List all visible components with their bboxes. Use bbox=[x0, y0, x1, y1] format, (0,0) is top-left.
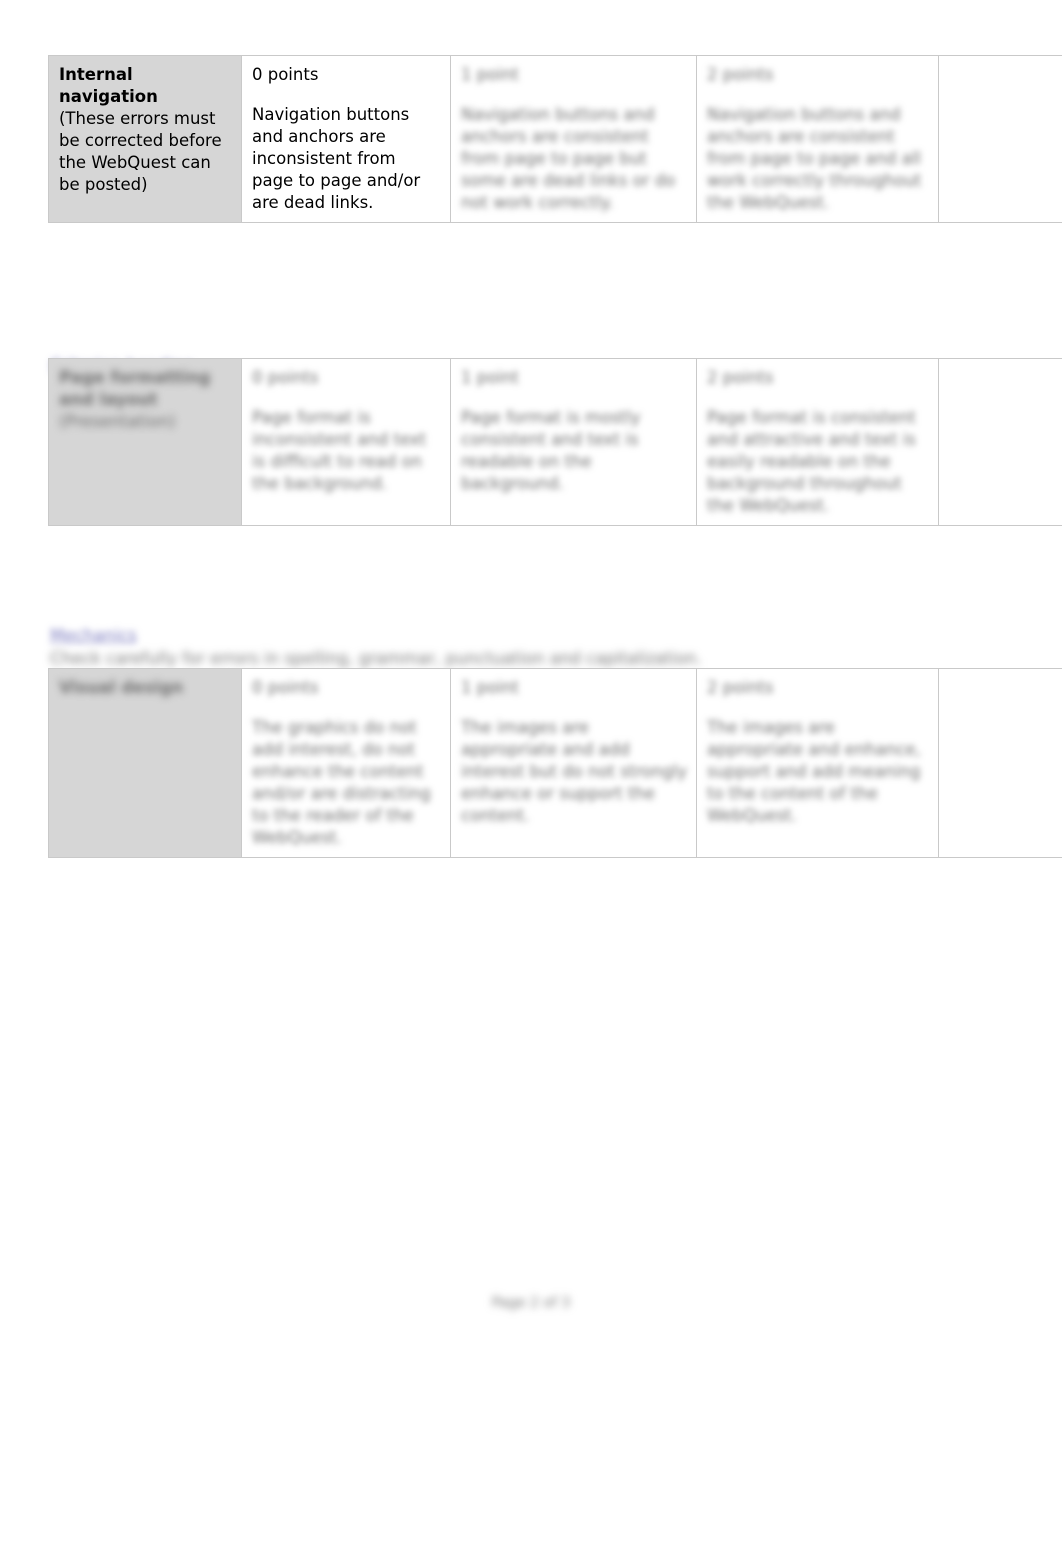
table-row: Page formatting and layout (Presentation… bbox=[48, 358, 1062, 526]
level-1-description: Page format is mostly consistent and tex… bbox=[461, 407, 641, 493]
level-1-cell: 1 point The images are appropriate and a… bbox=[450, 668, 697, 858]
level-2-description: The images are appropriate and enhance, … bbox=[707, 717, 921, 825]
criterion-note: (These errors must be corrected before t… bbox=[59, 108, 222, 194]
score-cell[interactable] bbox=[938, 358, 1062, 526]
document-page: Internal navigation (These errors must b… bbox=[0, 0, 1062, 1556]
level-0-description: Page format is inconsistent and text is … bbox=[252, 407, 427, 493]
level-1-points: 1 point bbox=[461, 368, 519, 387]
criterion-title: Internal navigation bbox=[59, 65, 158, 106]
table-row: Internal navigation (These errors must b… bbox=[48, 55, 1062, 223]
score-cell[interactable] bbox=[938, 668, 1062, 858]
intertable-note-3: Check carefully for errors in spelling, … bbox=[50, 648, 1000, 669]
level-1-description: Navigation buttons and anchors are consi… bbox=[461, 104, 676, 212]
level-0-cell: 0 points The graphics do not add interes… bbox=[241, 668, 451, 858]
level-1-points: 1 point bbox=[461, 678, 519, 697]
level-0-description: Navigation buttons and anchors are incon… bbox=[252, 104, 421, 212]
criterion-title: Page formatting and layout bbox=[59, 368, 211, 409]
criterion-cell: Visual design bbox=[48, 668, 242, 858]
level-2-description: Navigation buttons and anchors are consi… bbox=[707, 104, 922, 212]
level-1-points: 1 point bbox=[461, 65, 519, 84]
criterion-title: Visual design bbox=[59, 678, 184, 697]
intertable-note-2: Mechanics bbox=[50, 625, 1000, 646]
level-0-description: The graphics do not add interest, do not… bbox=[252, 717, 431, 847]
level-2-points: 2 points bbox=[707, 678, 774, 697]
level-2-points: 2 points bbox=[707, 368, 774, 387]
page-footer: Page 2 of 3 bbox=[0, 1295, 1062, 1311]
level-0-points: 0 points bbox=[252, 678, 319, 697]
table-row: Visual design 0 points The graphics do n… bbox=[48, 668, 1062, 858]
level-1-cell: 1 point Navigation buttons and anchors a… bbox=[450, 55, 697, 223]
criterion-note: (Presentation) bbox=[59, 411, 176, 431]
level-1-description: The images are appropriate and add inter… bbox=[461, 717, 688, 825]
level-2-description: Page format is consistent and attractive… bbox=[707, 407, 916, 515]
level-1-cell: 1 point Page format is mostly consistent… bbox=[450, 358, 697, 526]
level-2-cell: 2 points Page format is consistent and a… bbox=[696, 358, 939, 526]
page-number: Page 2 of 3 bbox=[491, 1295, 571, 1311]
criterion-cell: Internal navigation (These errors must b… bbox=[48, 55, 242, 223]
level-0-points: 0 points bbox=[252, 368, 319, 387]
level-2-points: 2 points bbox=[707, 65, 774, 84]
level-0-cell: 0 points Page format is inconsistent and… bbox=[241, 358, 451, 526]
level-2-cell: 2 points Navigation buttons and anchors … bbox=[696, 55, 939, 223]
level-0-points: 0 points bbox=[252, 65, 319, 84]
level-0-cell: 0 points Navigation buttons and anchors … bbox=[241, 55, 451, 223]
intertable-link-2[interactable]: Mechanics bbox=[50, 626, 137, 645]
rubric-table-internal-navigation: Internal navigation (These errors must b… bbox=[48, 55, 1062, 223]
criterion-cell: Page formatting and layout (Presentation… bbox=[48, 358, 242, 526]
score-cell[interactable] bbox=[938, 55, 1062, 223]
rubric-table-visual-design: Visual design 0 points The graphics do n… bbox=[48, 668, 1062, 858]
level-2-cell: 2 points The images are appropriate and … bbox=[696, 668, 939, 858]
rubric-table-page-formatting: Page formatting and layout (Presentation… bbox=[48, 358, 1062, 526]
intertable-note-3-text: Check carefully for errors in spelling, … bbox=[50, 649, 702, 668]
